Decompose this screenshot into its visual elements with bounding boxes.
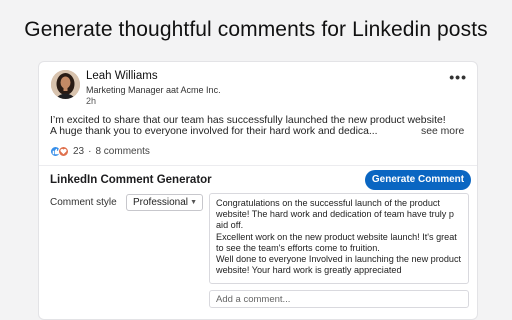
post-card: Leah Williams Marketing Manager aat Acme… — [38, 61, 478, 320]
comments-count[interactable]: 8 comments — [95, 146, 149, 157]
page-headline: Generate thoughtful comments for Linkedi… — [24, 18, 488, 41]
post-text-line-2: A huge thank you to everyone involved fo… — [50, 126, 378, 137]
suggested-comment-3[interactable]: Well done to everyone Involved in launch… — [216, 254, 463, 276]
author-name[interactable]: Leah Williams — [86, 70, 158, 82]
suggested-comment-1[interactable]: Congratulations on the successful launch… — [216, 198, 463, 232]
generator-title: LinkedIn Comment Generator — [50, 174, 212, 186]
see-more-link[interactable]: see more — [421, 126, 464, 137]
post-text-line-1: I’m excited to share that our team has s… — [50, 115, 446, 126]
generate-comment-button[interactable]: Generate Comment — [365, 170, 471, 190]
suggested-comments-box[interactable]: Congratulations on the successful launch… — [209, 193, 469, 284]
comment-style-label: Comment style — [50, 197, 117, 208]
reaction-count: 23 — [73, 146, 85, 157]
comment-style-select[interactable]: Professional ▼ — [126, 194, 203, 211]
chevron-down-icon: ▼ — [190, 199, 197, 206]
add-comment-input[interactable] — [209, 290, 469, 308]
comment-style-value: Professional — [133, 197, 189, 208]
divider — [39, 165, 477, 166]
author-title: Marketing Manager aat Acme Inc. — [86, 85, 221, 95]
more-options-icon[interactable]: ••• — [449, 69, 467, 85]
heart-icon — [58, 146, 69, 157]
suggested-comment-2[interactable]: Excellent work on the new product websit… — [216, 232, 463, 254]
reactions-bar[interactable]: 23 · 8 comments — [50, 146, 150, 157]
author-avatar[interactable] — [51, 70, 80, 99]
reaction-separator: · — [88, 146, 92, 157]
author-photo — [51, 70, 80, 99]
post-timestamp: 2h — [86, 96, 97, 106]
